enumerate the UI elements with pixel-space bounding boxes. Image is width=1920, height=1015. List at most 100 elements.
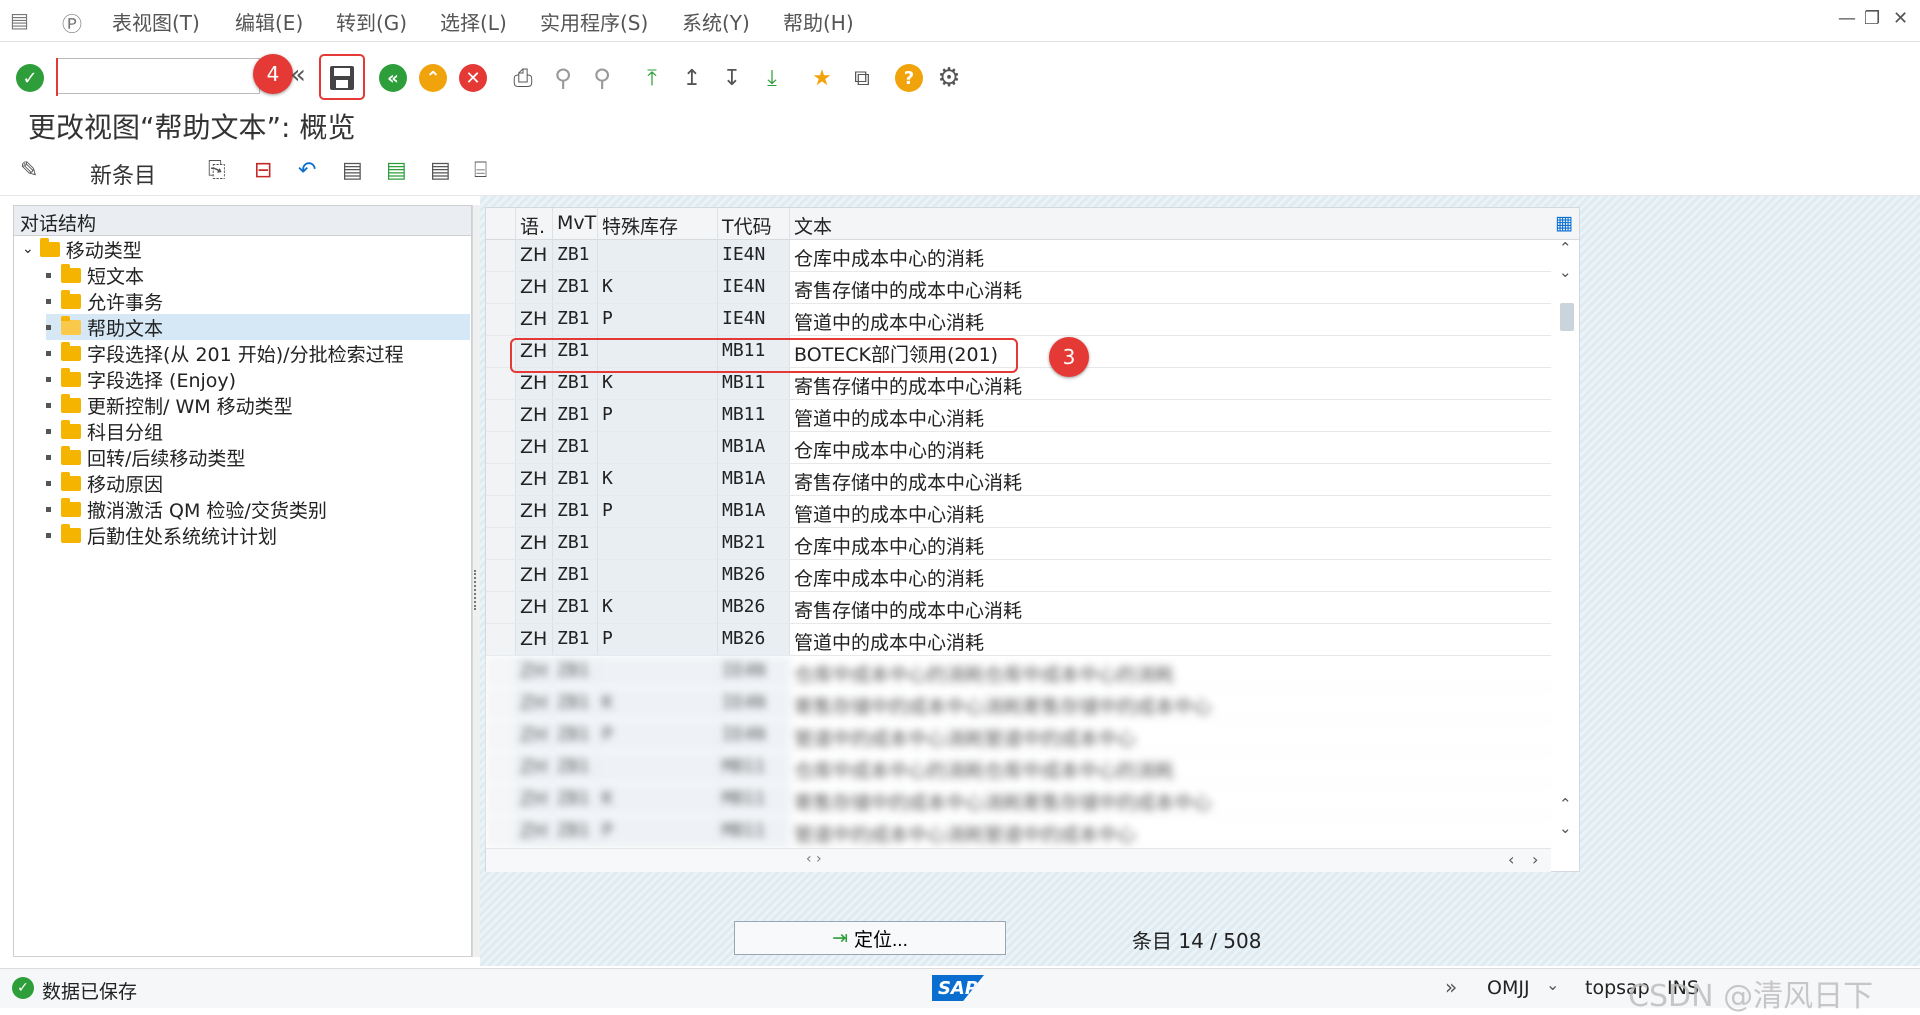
undo-icon[interactable]: ↶ (298, 158, 316, 183)
scroll-top-icon[interactable]: ⌃ (1559, 239, 1572, 257)
cell-tcode[interactable]: MB1A (718, 432, 790, 463)
row-selector[interactable] (486, 560, 516, 591)
expand-status-icon[interactable]: » (1445, 975, 1457, 999)
cell-tcode[interactable]: MB11 (718, 752, 790, 783)
row-selector[interactable] (486, 784, 516, 815)
cell-mvt[interactable]: ZB1 (553, 304, 598, 335)
maximize-icon[interactable]: ❐ (1864, 8, 1880, 29)
menu-goto[interactable]: 转到(G) (336, 7, 407, 36)
scroll-down-icon[interactable]: ⌃ (1559, 795, 1572, 813)
cell-mvt[interactable]: ZB1 (553, 784, 598, 815)
cell-text[interactable]: 仓库中成本中心的消耗仓库中成本中心的消耗 (790, 656, 1551, 687)
vertical-scrollbar[interactable]: ⌃ ⌄ ⌃ ⌄ (1556, 237, 1578, 837)
cell-tcode[interactable]: MB1A (718, 464, 790, 495)
cell-text[interactable]: 管道中的成本中心消耗 (790, 624, 1551, 655)
cell-language[interactable]: ZH (516, 592, 553, 623)
tree-item-deactivate-qm[interactable]: 撤消激活 QM 检验/交货类别 (46, 496, 327, 522)
scroll-thumb[interactable] (1560, 303, 1574, 331)
column-header-language[interactable]: 语. (516, 208, 553, 240)
deselect-all-icon[interactable]: ▤ (430, 158, 451, 183)
cell-tcode[interactable]: MB11 (718, 784, 790, 815)
cell-text[interactable]: 管道中的成本中心消耗 (790, 304, 1551, 335)
tree-item-field-selection-201[interactable]: 字段选择(从 201 开始)/分批检索过程 (46, 340, 404, 366)
cell-special-stock[interactable]: P (598, 720, 718, 751)
cell-language[interactable]: ZH (516, 528, 553, 559)
row-selector[interactable] (486, 304, 516, 335)
display-change-icon[interactable]: ✎ (20, 158, 38, 183)
next-page-icon[interactable]: ↧ (716, 62, 748, 94)
cell-text[interactable]: 仓库中成本中心的消耗 (790, 240, 1551, 271)
cell-language[interactable]: ZH (516, 496, 553, 527)
cell-mvt[interactable]: ZB1 (553, 656, 598, 687)
print-icon[interactable]: ⎙ (507, 62, 539, 94)
close-window-icon[interactable]: ✕ (1893, 8, 1908, 29)
cell-special-stock[interactable]: P (598, 304, 718, 335)
table-row[interactable]: ZH ZB1 IE4N 仓库中成本中心的消耗 (486, 240, 1551, 272)
cell-mvt[interactable]: ZB1 (553, 528, 598, 559)
cell-special-stock[interactable]: K (598, 272, 718, 303)
row-selector[interactable] (486, 464, 516, 495)
select-block-icon[interactable]: ▤ (386, 158, 407, 183)
status-message[interactable]: 数据已保存 (42, 977, 137, 1004)
tree-item-lis-statistics[interactable]: 后勤住处系统统计计划 (46, 522, 277, 548)
row-selector[interactable] (486, 688, 516, 719)
cell-mvt[interactable]: ZB1 (553, 272, 598, 303)
table-settings-icon[interactable]: ▦ (1551, 208, 1579, 240)
cell-special-stock[interactable]: K (598, 464, 718, 495)
table-row[interactable]: ZH ZB1 K MB1A 寄售存储中的成本中心消耗 (486, 464, 1551, 496)
cell-mvt[interactable]: ZB1 (553, 688, 598, 719)
cell-text[interactable]: 仓库中成本中心的消耗 (790, 432, 1551, 463)
find-icon[interactable]: ⚲ (547, 62, 579, 94)
command-field[interactable] (57, 58, 260, 94)
cell-text[interactable]: 寄售存储中的成本中心消耗 (790, 272, 1551, 303)
cell-tcode[interactable]: MB26 (718, 560, 790, 591)
row-selector[interactable] (486, 432, 516, 463)
cell-mvt[interactable]: ZB1 (553, 400, 598, 431)
cell-tcode[interactable]: MB21 (718, 528, 790, 559)
cell-tcode[interactable]: MB26 (718, 624, 790, 655)
cell-tcode[interactable]: MB11 (718, 816, 790, 847)
tree-item-account-grouping[interactable]: 科目分组 (46, 418, 163, 444)
tree-item-help-text[interactable]: 帮助文本 (46, 314, 470, 340)
cell-mvt[interactable]: ZB1 (553, 720, 598, 751)
splitter-handle[interactable] (474, 570, 478, 610)
column-header-text[interactable]: 文本 (790, 208, 1551, 240)
tree-item-reversal-movement[interactable]: 回转/后续移动类型 (46, 444, 245, 470)
row-selector[interactable] (486, 656, 516, 687)
find-next-icon[interactable]: ⚲ (586, 62, 618, 94)
cell-special-stock[interactable] (598, 752, 718, 783)
tree-item-movement-reason[interactable]: 移动原因 (46, 470, 163, 496)
column-header-mvt[interactable]: MvT (553, 208, 598, 240)
cell-language[interactable]: ZH (516, 656, 553, 687)
table-row[interactable]: ZH ZB1 P MB26 管道中的成本中心消耗 (486, 624, 1551, 656)
cell-language[interactable]: ZH (516, 272, 553, 303)
cell-text[interactable]: 仓库中成本中心的消耗仓库中成本中心的消耗 (790, 752, 1551, 783)
cell-text[interactable]: 管道中的成本中心消耗 (790, 496, 1551, 527)
row-selector[interactable] (486, 368, 516, 399)
table-row[interactable]: ZH ZB1 MB26 仓库中成本中心的消耗 (486, 560, 1551, 592)
new-entries-button[interactable]: 新条目 (90, 158, 156, 190)
table-row[interactable]: ZH ZB1 P MB11 管道中的成本中心消耗 (486, 400, 1551, 432)
tree-item-update-control[interactable]: 更新控制/ WM 移动类型 (46, 392, 293, 418)
scroll-right-icon[interactable]: › (1532, 850, 1538, 869)
cell-special-stock[interactable] (598, 560, 718, 591)
cell-language[interactable]: ZH (516, 784, 553, 815)
row-selector[interactable] (486, 528, 516, 559)
cell-special-stock[interactable]: P (598, 496, 718, 527)
cell-special-stock[interactable]: K (598, 784, 718, 815)
settings-gear-icon[interactable]: ⚙ (933, 62, 965, 94)
menu-system[interactable]: 系统(Y) (682, 7, 750, 36)
cell-tcode[interactable]: IE4N (718, 656, 790, 687)
first-page-icon[interactable]: ⤒ (636, 62, 668, 94)
copy-icon[interactable]: ⎘ (208, 158, 226, 183)
help-icon[interactable]: ? (893, 62, 925, 94)
cell-language[interactable]: ZH (516, 240, 553, 271)
cell-language[interactable]: ZH (516, 432, 553, 463)
cell-mvt[interactable]: ZB1 (553, 624, 598, 655)
tree-item-movement-types[interactable]: ⌄ 移动类型 (22, 236, 142, 262)
position-button[interactable]: ⇥ 定位... (734, 921, 1006, 955)
menu-selection[interactable]: 选择(L) (440, 7, 507, 36)
cell-tcode[interactable]: IE4N (718, 720, 790, 751)
cell-language[interactable]: ZH (516, 752, 553, 783)
cell-mvt[interactable]: ZB1 (553, 496, 598, 527)
